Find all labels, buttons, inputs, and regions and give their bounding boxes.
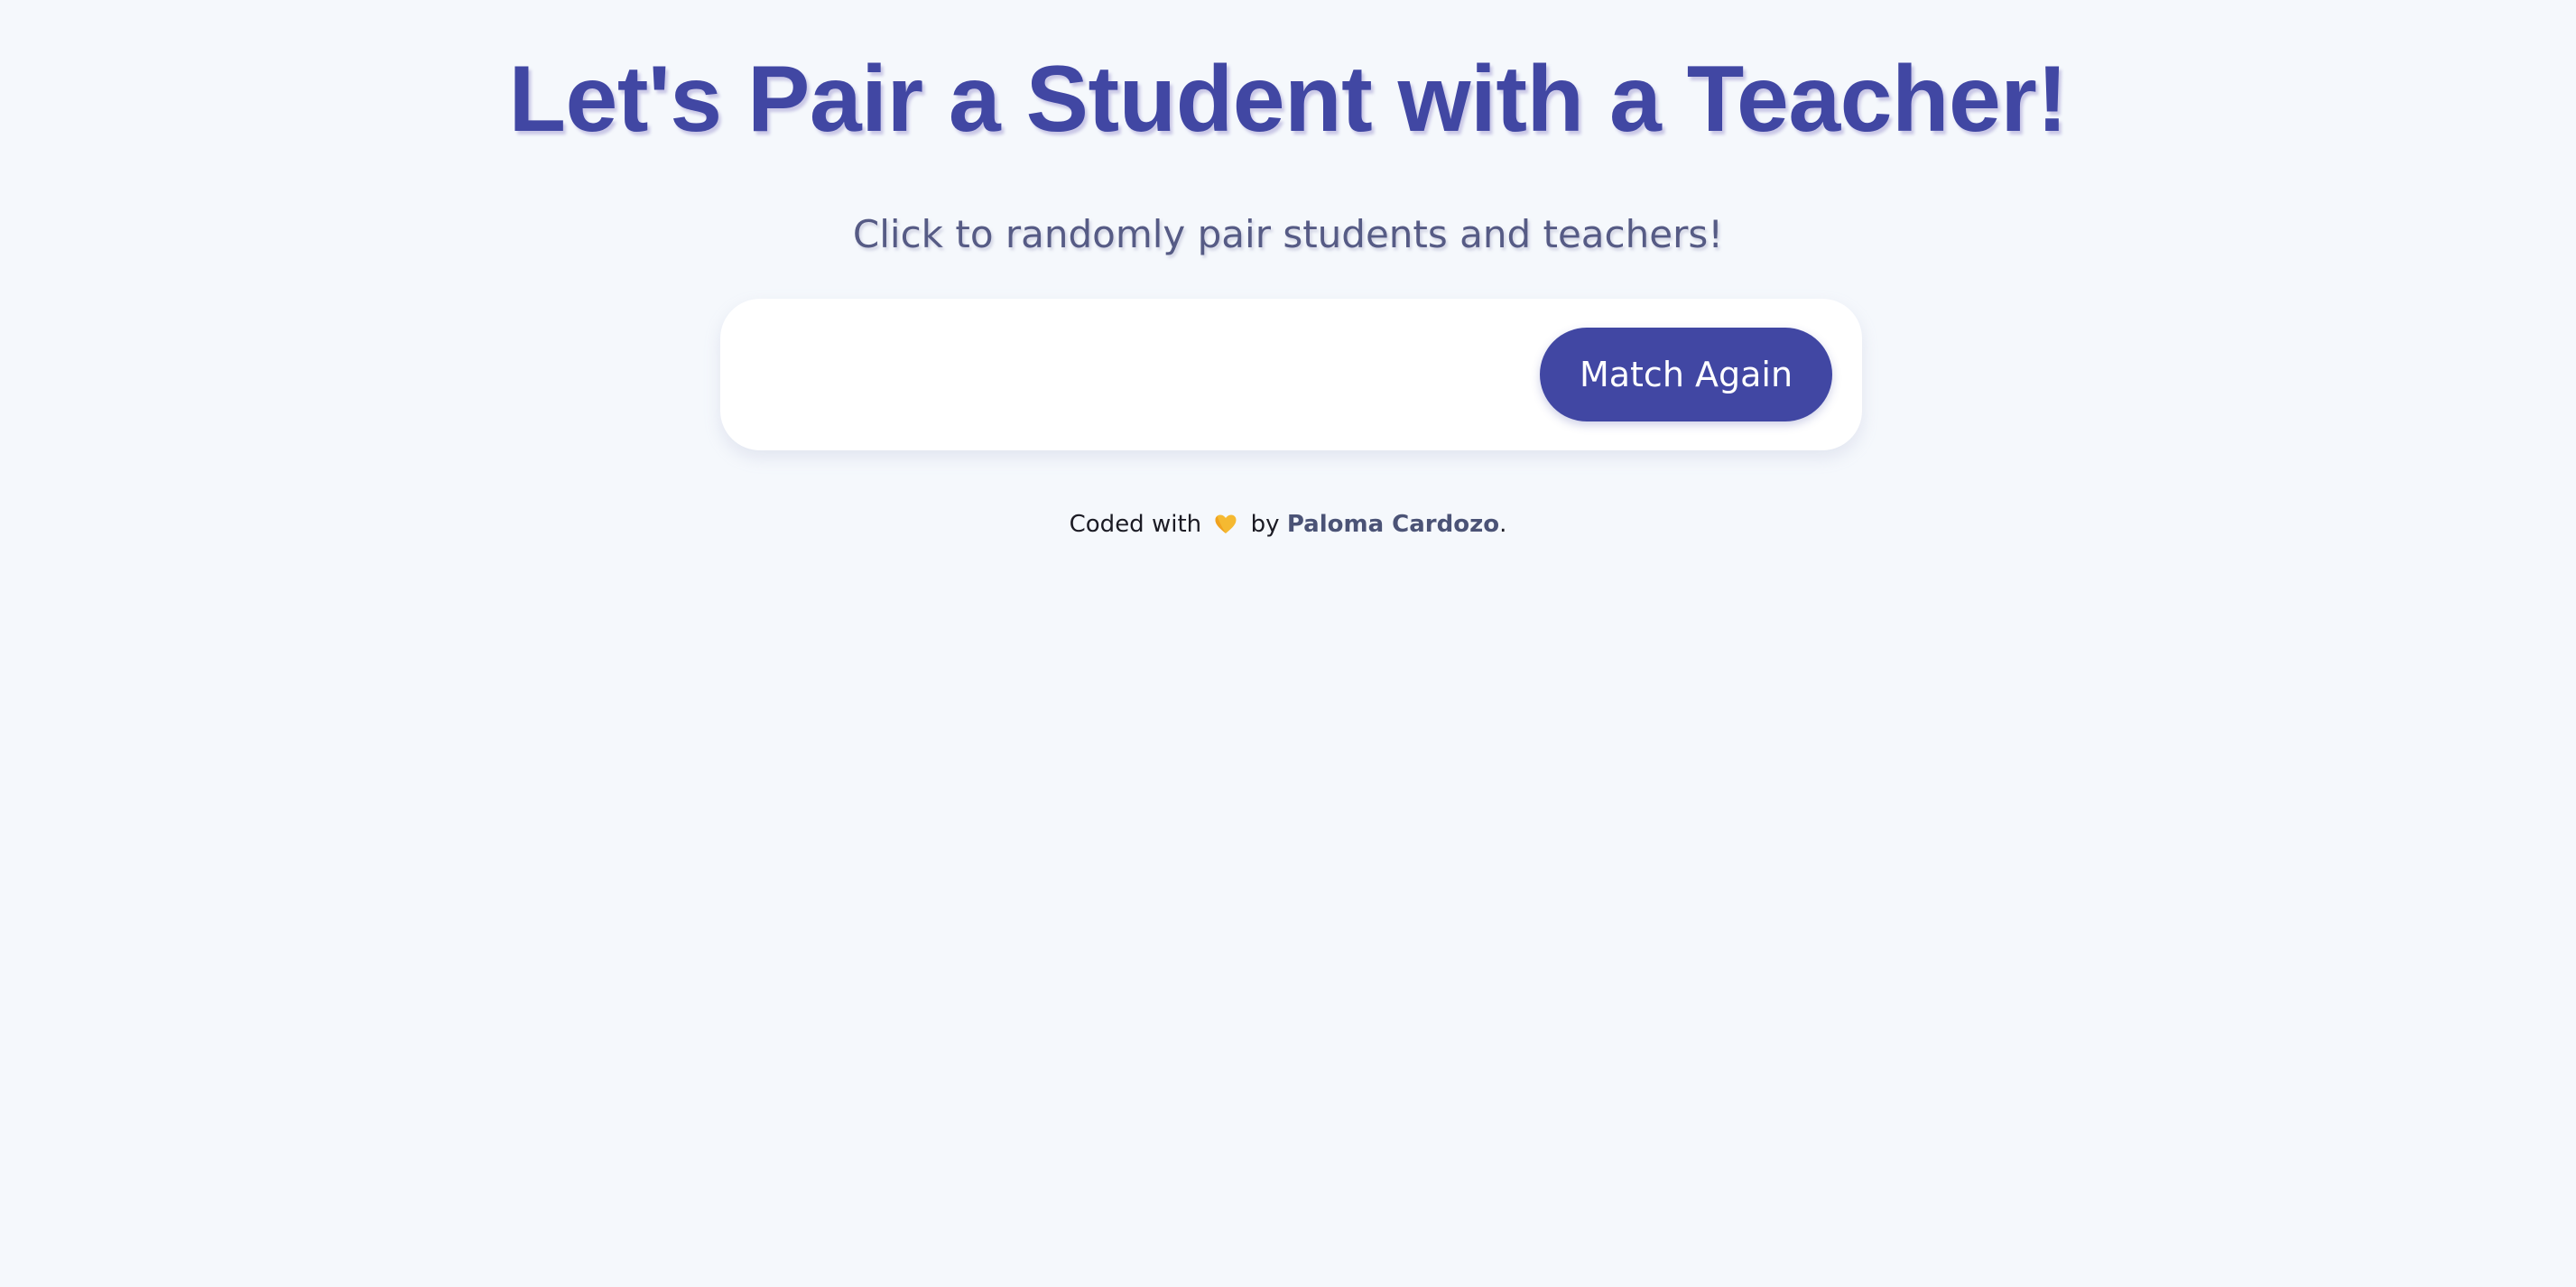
footer-suffix: . [1499, 511, 1507, 538]
author-link[interactable]: Paloma Cardozo [1287, 511, 1499, 538]
page-subtitle: Click to randomly pair students and teac… [852, 212, 1724, 256]
footer-by: by [1250, 511, 1280, 538]
yellow-heart-icon [1214, 509, 1237, 547]
match-result-area [747, 320, 1524, 429]
match-again-button[interactable]: Match Again [1540, 328, 1832, 421]
footer-prefix: Coded with [1069, 511, 1202, 538]
page-title: Let's Pair a Student with a Teacher! [508, 47, 2069, 152]
footer: Coded with by Paloma Cardozo. [0, 505, 2576, 547]
match-card: Match Again [720, 299, 1862, 450]
